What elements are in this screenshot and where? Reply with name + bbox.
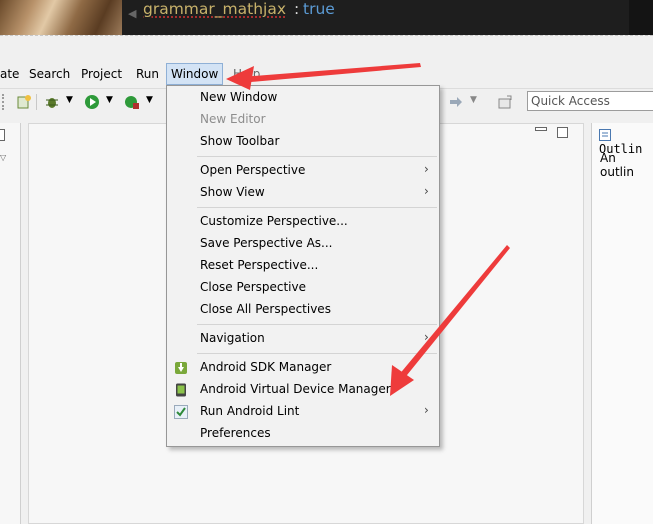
menu-navigate[interactable]: ate: [0, 63, 19, 85]
external-tools-icon[interactable]: [124, 94, 140, 110]
menu-item-label: Save Perspective As...: [200, 236, 333, 250]
menu-item-label: New Editor: [200, 112, 266, 126]
menu-separator: [197, 324, 437, 325]
quick-access-input[interactable]: Quick Access: [527, 91, 653, 111]
chevron-down-icon[interactable]: ▽: [0, 153, 6, 162]
minimize-icon[interactable]: [535, 127, 547, 131]
banner-colon: :: [294, 0, 300, 18]
submenu-arrow-icon: ›: [424, 184, 429, 198]
banner-key-text: grammar_mathjax: [143, 0, 287, 18]
menu-window[interactable]: Window: [166, 63, 224, 85]
outline-icon: [599, 129, 611, 141]
menu-item-label: Android SDK Manager: [200, 360, 332, 374]
menu-separator: [197, 156, 437, 157]
left-view-panel: ▽: [0, 123, 21, 524]
menu-item-new-window[interactable]: New Window: [167, 87, 439, 109]
submenu-arrow-icon: ›: [424, 330, 429, 344]
banner-photo: [0, 0, 122, 35]
minimize-icon[interactable]: [0, 129, 5, 141]
submenu-arrow-icon: ›: [424, 403, 429, 417]
toolbar-grip: [2, 94, 8, 110]
top-banner-screenshot: ◀ grammar_mathjax : true: [0, 0, 653, 35]
dashed-divider: [0, 35, 653, 36]
chevron-down-icon[interactable]: ▼: [146, 95, 162, 111]
chevron-down-icon[interactable]: ▼: [106, 95, 122, 111]
menu-item-label: Run Android Lint: [200, 404, 300, 418]
speaker-icon: ◀: [128, 7, 137, 20]
menu-bar: ate Search Project Run Window Help: [0, 63, 653, 87]
menu-item-run-android-lint[interactable]: Run Android Lint ›: [167, 401, 439, 423]
outline-message: An outlin: [600, 151, 634, 179]
menu-item-label: Close Perspective: [200, 280, 307, 294]
menu-item-android-virtual-device-manager[interactable]: Android Virtual Device Manager: [167, 379, 439, 401]
menu-item-navigation[interactable]: Navigation ›: [167, 328, 439, 350]
banner-edge: [629, 0, 653, 35]
menu-item-show-view[interactable]: Show View ›: [167, 182, 439, 204]
menu-item-label: Reset Perspective...: [200, 258, 319, 272]
submenu-arrow-icon: ›: [424, 162, 429, 176]
menu-item-label: Android Virtual Device Manager: [200, 382, 391, 396]
menu-item-label: Navigation: [200, 331, 265, 345]
menu-item-save-perspective-as[interactable]: Save Perspective As...: [167, 233, 439, 255]
menu-item-label: Preferences: [200, 426, 271, 440]
menu-item-show-toolbar[interactable]: Show Toolbar: [167, 131, 439, 153]
lint-check-icon: [174, 405, 188, 419]
menu-item-close-all-perspectives[interactable]: Close All Perspectives: [167, 299, 439, 321]
menu-item-label: Customize Perspective...: [200, 214, 348, 228]
menu-project[interactable]: Project: [81, 63, 122, 85]
maximize-icon[interactable]: [557, 127, 568, 138]
chevron-down-icon[interactable]: ▼: [470, 95, 486, 111]
menu-item-label: Open Perspective: [200, 163, 306, 177]
menu-item-preferences[interactable]: Preferences: [167, 423, 439, 445]
menu-help[interactable]: Help: [233, 63, 260, 85]
menu-item-label: Show Toolbar: [200, 134, 280, 148]
banner-value-text: true: [303, 0, 335, 18]
menu-item-reset-perspective[interactable]: Reset Perspective...: [167, 255, 439, 277]
open-perspective-icon[interactable]: [497, 94, 513, 110]
menu-item-android-sdk-manager[interactable]: Android SDK Manager: [167, 357, 439, 379]
outline-view-panel: [591, 123, 653, 524]
menu-run[interactable]: Run: [136, 63, 159, 85]
menu-item-customize-perspective[interactable]: Customize Perspective...: [167, 211, 439, 233]
chevron-down-icon[interactable]: ▼: [66, 95, 82, 111]
menu-item-label: Show View: [200, 185, 265, 199]
forward-icon[interactable]: [448, 94, 464, 110]
window-menu-dropdown: New Window New Editor Show Toolbar Open …: [166, 85, 440, 447]
menu-separator: [197, 207, 437, 208]
run-icon[interactable]: [84, 94, 100, 110]
menu-item-close-perspective[interactable]: Close Perspective: [167, 277, 439, 299]
menu-item-label: New Window: [200, 90, 278, 104]
toolbar-separator: [36, 94, 39, 110]
menu-search[interactable]: Search: [29, 63, 70, 85]
menu-item-open-perspective[interactable]: Open Perspective ›: [167, 160, 439, 182]
debug-icon[interactable]: [44, 94, 60, 110]
android-avd-icon: [176, 383, 186, 397]
android-sdk-icon: [175, 362, 187, 374]
menu-separator: [197, 353, 437, 354]
menu-item-label: Close All Perspectives: [200, 302, 331, 316]
new-android-project-icon[interactable]: [16, 94, 32, 110]
menu-item-new-editor: New Editor: [167, 109, 439, 131]
